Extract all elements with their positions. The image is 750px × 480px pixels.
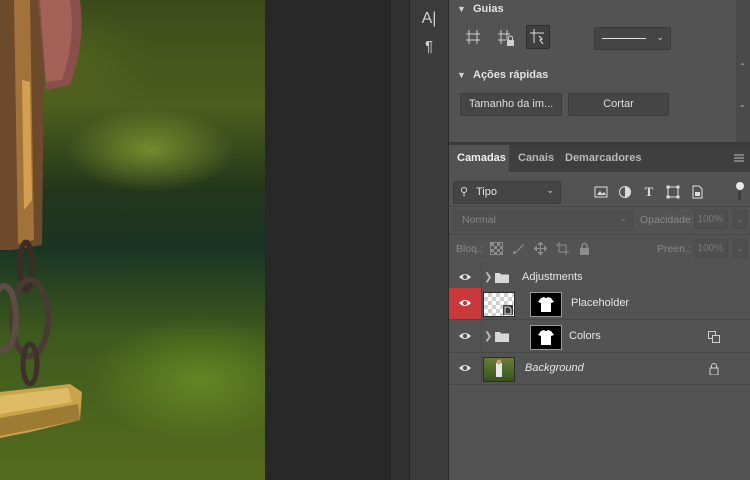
smart-object-filter-icon[interactable] (690, 185, 704, 199)
paragraph-icon[interactable]: ¶ (420, 38, 438, 56)
image-size-button[interactable]: Tamanho da im... (460, 93, 562, 116)
chevron-down-icon: ⌄ (619, 213, 627, 223)
type-filter-icon[interactable]: T (642, 185, 656, 199)
layer-row-placeholder[interactable]: Placeholder (449, 288, 750, 320)
properties-scrollbar[interactable]: ⌃ ⌄ (736, 0, 750, 142)
expand-chevron-icon[interactable]: ❯ (484, 321, 492, 352)
opacity-field[interactable]: 100% (694, 210, 728, 229)
opacity-dropdown-icon[interactable]: ⌄ (733, 210, 747, 229)
layer-filter-label: Tipo (476, 186, 497, 198)
folder-icon (495, 332, 509, 342)
separator (449, 234, 750, 235)
clip-icon (708, 331, 720, 343)
character-icon[interactable]: A| (420, 10, 438, 28)
collapsed-panel-strip: A| ¶ (410, 0, 449, 480)
chevron-down-icon: ▼ (457, 70, 466, 80)
layers-panel: Camadas Canais Demarcadores ⚲ Tipo ⌄ T N… (449, 145, 750, 480)
opacity-label: Opacidade: (640, 214, 694, 226)
fill-field[interactable]: 100% (694, 239, 728, 258)
search-icon: ⚲ (460, 186, 469, 198)
eye-icon (459, 333, 471, 339)
visibility-toggle[interactable] (449, 288, 482, 319)
tshirt-icon (538, 297, 554, 312)
eye-icon (459, 365, 471, 371)
layer-name: Background (525, 362, 584, 374)
visibility-toggle[interactable] (449, 321, 482, 352)
guides-section-header[interactable]: ▼ Guias (457, 0, 504, 18)
layer-name: Placeholder (571, 297, 630, 309)
layer-thumbnail[interactable] (483, 292, 515, 317)
smart-object-badge-icon (503, 305, 513, 315)
layer-mask-thumbnail[interactable] (530, 325, 562, 350)
filter-toggle-switch[interactable] (736, 182, 744, 190)
scroll-up-icon[interactable]: ⌃ (739, 62, 746, 71)
lock-position-icon[interactable] (533, 241, 548, 256)
tab-channels[interactable]: Canais (510, 145, 562, 172)
panel-dock-strip (391, 0, 410, 480)
layers-tab-bar: Camadas Canais Demarcadores (449, 145, 750, 172)
scroll-down-icon[interactable]: ⌄ (739, 100, 746, 109)
canvas-image (0, 0, 82, 438)
document-canvas[interactable] (0, 0, 265, 480)
guide-lock-icon[interactable] (494, 26, 516, 48)
filter-toggle-track (738, 191, 741, 200)
chevron-down-icon: ⌄ (546, 185, 554, 195)
fill-dropdown-icon[interactable]: ⌄ (733, 239, 747, 258)
layer-mask-thumbnail[interactable] (530, 292, 562, 317)
guide-grid-icon[interactable] (462, 26, 484, 48)
properties-panel: ▼ Guias ⌄ ▼ Ações rápidas Tamanho da im...… (449, 0, 750, 142)
lock-label: Bloq.: (456, 243, 483, 255)
blend-mode-select[interactable]: Normal ⌄ (453, 210, 633, 231)
layer-row-colors[interactable]: ❯ Colors (449, 321, 750, 353)
smart-guide-icon[interactable] (526, 25, 550, 49)
lock-image-icon[interactable] (512, 242, 525, 255)
chevron-down-icon: ⌄ (656, 32, 664, 42)
quick-actions-section-header[interactable]: ▼ Ações rápidas (457, 66, 548, 84)
chevron-down-icon: ▼ (457, 4, 466, 14)
eye-icon (459, 300, 471, 306)
folder-icon (495, 273, 509, 283)
adjustment-filter-icon[interactable] (618, 185, 632, 199)
tshirt-icon (538, 330, 554, 345)
lock-all-icon[interactable] (578, 242, 591, 255)
fill-label: Preen.: (657, 243, 691, 255)
tab-paths[interactable]: Demarcadores (557, 145, 649, 172)
layer-name: Colors (569, 330, 601, 342)
solid-line-preview (602, 38, 646, 39)
canvas-pasteboard[interactable] (265, 0, 391, 480)
panel-menu-icon[interactable] (734, 153, 744, 163)
separator (449, 206, 750, 207)
layer-filter-select[interactable]: ⚲ Tipo ⌄ (453, 181, 561, 204)
guide-line-style-select[interactable]: ⌄ (594, 27, 671, 50)
quick-actions-title: Ações rápidas (473, 69, 549, 81)
pixel-filter-icon[interactable] (594, 185, 608, 199)
eye-icon (459, 274, 471, 280)
visibility-toggle[interactable] (449, 353, 482, 384)
shape-filter-icon[interactable] (666, 185, 680, 199)
tab-layers[interactable]: Camadas (449, 145, 509, 172)
layer-row-background[interactable]: Background (449, 353, 750, 385)
crop-button[interactable]: Cortar (568, 93, 669, 116)
guides-title: Guias (473, 3, 504, 15)
lock-icon (709, 363, 719, 375)
lock-artboard-icon[interactable] (556, 242, 569, 255)
layers-empty-area[interactable] (449, 385, 750, 480)
lock-pixels-icon[interactable] (490, 242, 503, 255)
blend-mode-value: Normal (462, 214, 496, 226)
layer-thumbnail[interactable] (483, 357, 515, 382)
photo-preview (496, 359, 502, 377)
